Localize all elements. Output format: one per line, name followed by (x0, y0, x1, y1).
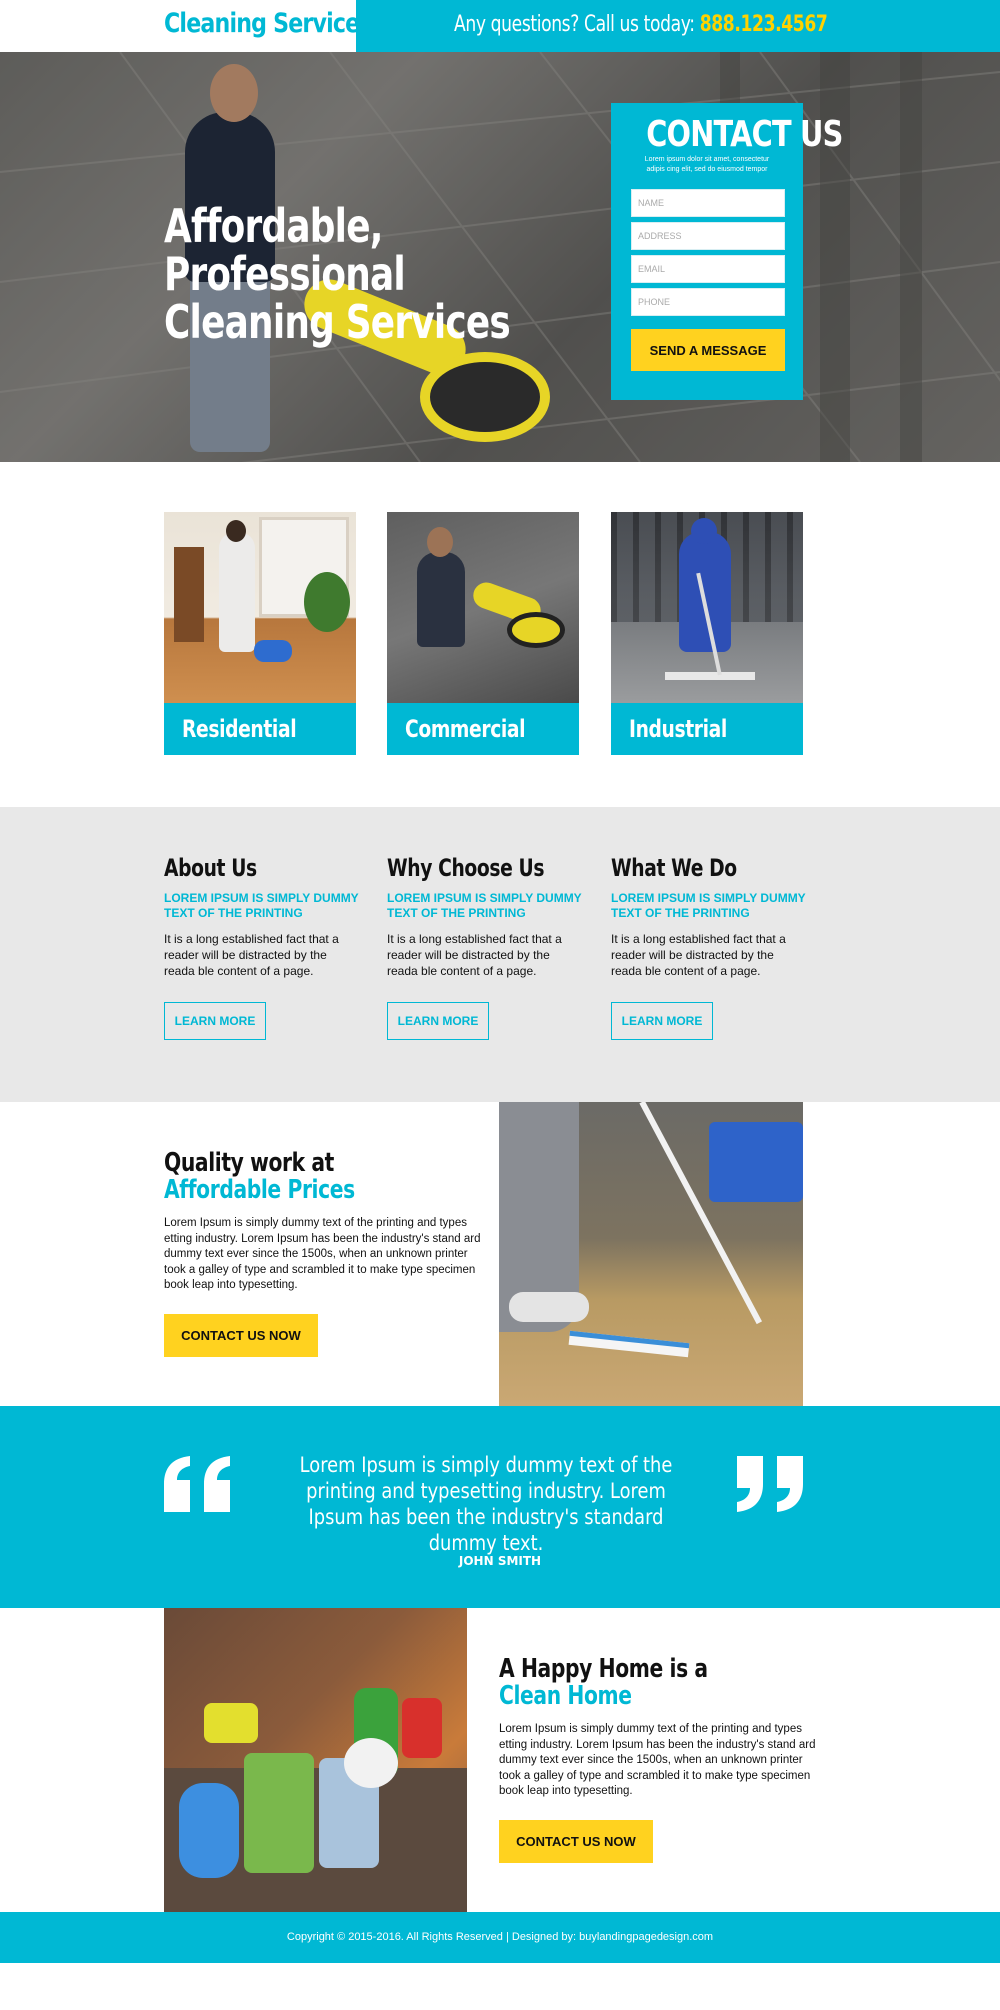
info-column-about: About Us LOREM IPSUM IS SIMPLY DUMMY TEX… (164, 853, 360, 1040)
info-subtitle-why: LOREM IPSUM IS SIMPLY DUMMY TEXT OF THE … (387, 891, 582, 920)
residential-image (164, 512, 356, 703)
email-field[interactable] (631, 255, 785, 283)
send-message-button[interactable]: SEND A MESSAGE (631, 329, 785, 371)
service-label-industrial: Industrial (611, 703, 803, 755)
info-body-what: It is a long established fact that a rea… (611, 932, 786, 978)
open-quote-icon (164, 1456, 230, 1512)
site-footer: Copyright © 2015-2016. All Rights Reserv… (0, 1912, 1000, 1963)
phone-field[interactable] (631, 288, 785, 316)
service-label-residential: Residential (164, 703, 356, 755)
name-field[interactable] (631, 189, 785, 217)
service-label-commercial: Commercial (387, 703, 579, 755)
contact-form-heading: CONTACT US (646, 114, 843, 155)
info-column-what: What We Do LOREM IPSUM IS SIMPLY DUMMY T… (611, 853, 807, 1040)
header-question-text: Any questions? Call us today: (454, 12, 700, 37)
contact-form: CONTACT US Lorem ipsum dolor sit amet, c… (611, 103, 843, 400)
testimonial-section: Lorem Ipsum is simply dummy text of the … (0, 1406, 1000, 1608)
hero-section: Affordable, Professional Cleaning Servic… (0, 52, 1000, 462)
industrial-image (611, 512, 803, 703)
info-title-what: What We Do (611, 854, 737, 882)
close-quote-icon (737, 1456, 803, 1512)
site-logo[interactable]: Cleaning Services (164, 8, 373, 39)
cleaning-supplies-image (164, 1608, 467, 1912)
quality-section: Quality work at Affordable Prices Lorem … (0, 1102, 1000, 1406)
hero-title: Affordable, Professional Cleaning Servic… (164, 199, 511, 349)
contact-form-blurb: Lorem ipsum dolor sit amet, consectetur … (644, 156, 770, 173)
learn-more-button-why[interactable]: LEARN MORE (387, 1002, 489, 1040)
footer-copyright: Copyright © 2015-2016. All Rights Reserv… (286, 1931, 714, 1943)
service-card-residential[interactable]: Residential (164, 512, 356, 755)
quality-title-line1: Quality work at (164, 1148, 334, 1178)
info-title-why: Why Choose Us (387, 854, 545, 882)
service-card-industrial[interactable]: Industrial (611, 512, 803, 755)
services-section: Residential Commercial Industrial (0, 462, 1000, 807)
info-section: About Us LOREM IPSUM IS SIMPLY DUMMY TEX… (0, 807, 1000, 1102)
happy-home-title: A Happy Home is a Clean Home (499, 1656, 747, 1710)
info-title-about: About Us (164, 854, 257, 882)
quality-text: Quality work at Affordable Prices Lorem … (164, 1150, 482, 1357)
learn-more-button-about[interactable]: LEARN MORE (164, 1002, 266, 1040)
contact-us-now-button-quality[interactable]: CONTACT US NOW (164, 1313, 318, 1357)
quality-title: Quality work at Affordable Prices (164, 1150, 412, 1204)
address-field[interactable] (631, 222, 785, 250)
quality-body: Lorem Ipsum is simply dummy text of the … (164, 1217, 481, 1291)
info-body-why: It is a long established fact that a rea… (387, 932, 562, 978)
info-body-about: It is a long established fact that a rea… (164, 932, 339, 978)
commercial-image (387, 512, 579, 703)
happy-home-body: Lorem Ipsum is simply dummy text of the … (499, 1723, 816, 1797)
header-phone-number[interactable]: 888.123.4567 (700, 12, 828, 37)
happy-home-section: A Happy Home is a Clean Home Lorem Ipsum… (0, 1608, 1000, 1912)
mopping-floor-image (499, 1102, 803, 1406)
happy-home-title-line1: A Happy Home is a (499, 1654, 708, 1684)
header-call-line: Any questions? Call us today: 888.123.45… (454, 12, 828, 37)
happy-home-text: A Happy Home is a Clean Home Lorem Ipsum… (499, 1656, 817, 1863)
quality-title-line2: Affordable Prices (164, 1175, 355, 1205)
top-header: Cleaning Services Any questions? Call us… (0, 0, 1000, 52)
learn-more-button-what[interactable]: LEARN MORE (611, 1002, 713, 1040)
testimonial-quote: Lorem Ipsum is simply dummy text of the … (299, 1453, 673, 1555)
info-column-why: Why Choose Us LOREM IPSUM IS SIMPLY DUMM… (387, 853, 583, 1040)
info-subtitle-about: LOREM IPSUM IS SIMPLY DUMMY TEXT OF THE … (164, 891, 359, 920)
happy-home-title-line2: Clean Home (499, 1681, 632, 1711)
info-subtitle-what: LOREM IPSUM IS SIMPLY DUMMY TEXT OF THE … (611, 891, 806, 920)
floor-machine (420, 352, 550, 442)
testimonial-author: JOHN SMITH (458, 1554, 542, 1568)
worker-head (210, 64, 258, 122)
contact-us-now-button-happy[interactable]: CONTACT US NOW (499, 1819, 653, 1863)
service-card-commercial[interactable]: Commercial (387, 512, 579, 755)
